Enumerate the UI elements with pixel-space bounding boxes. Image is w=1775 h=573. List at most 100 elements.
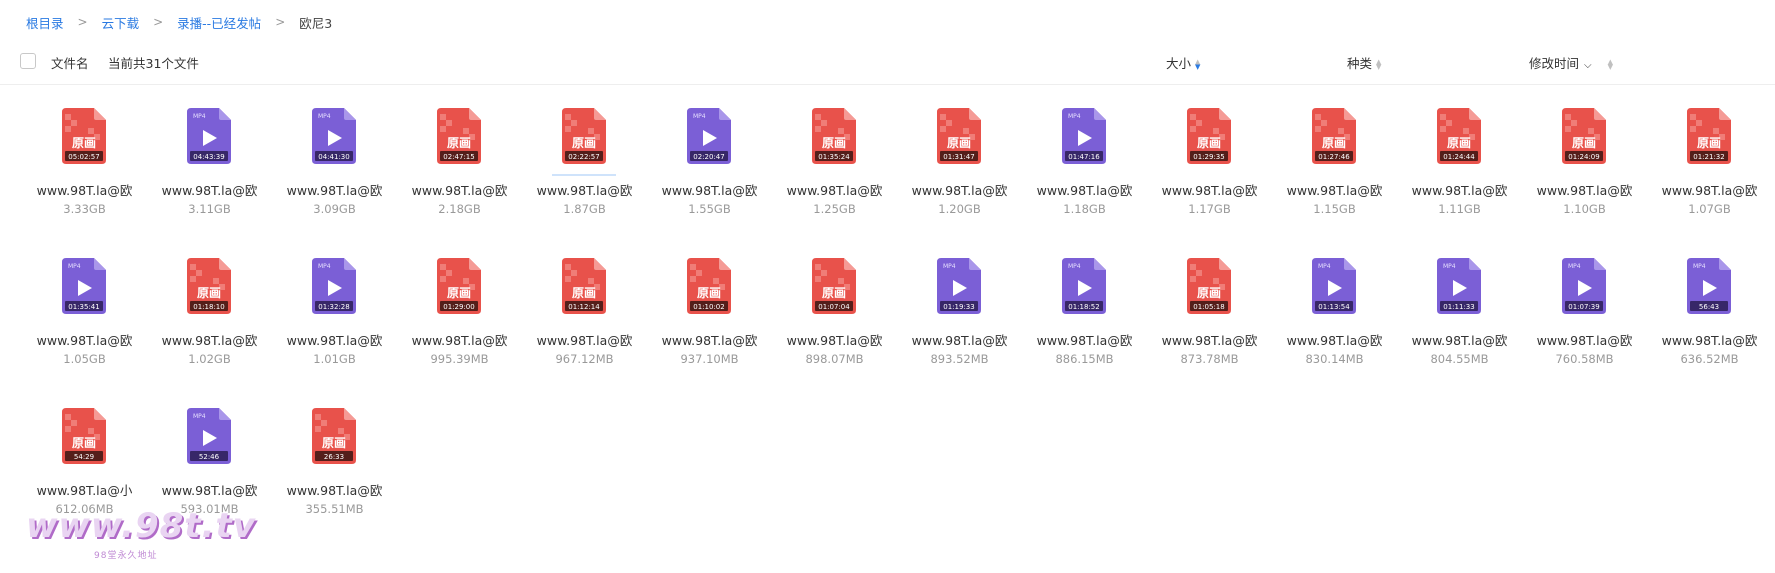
mp4-video-file-icon: MP4 01:18:52: [1060, 258, 1108, 314]
file-size: 1.18GB: [1063, 202, 1106, 216]
column-mtime-header[interactable]: 修改时间 ⌵ ▲ ▼: [1529, 53, 1613, 72]
file-icon-label: 原画: [572, 136, 596, 150]
chevron-down-icon[interactable]: ⌵: [1584, 60, 1592, 71]
file-tile[interactable]: 原画 01:05:18 www.98T.la@欧 873.78MB: [1147, 254, 1272, 404]
mp4-video-file-icon: MP4 52:46: [185, 408, 233, 464]
file-name: www.98T.la@欧: [286, 183, 383, 198]
file-icon-label: MP4: [68, 263, 81, 270]
file-size: 898.07MB: [805, 352, 864, 366]
file-size: 1.11GB: [1438, 202, 1481, 216]
mp4-video-file-icon: MP4 01:19:33: [935, 258, 983, 314]
column-mtime-label: 修改时间: [1529, 56, 1580, 71]
file-icon-label: 原画: [1322, 136, 1346, 150]
original-video-file-icon: 原画 54:29: [60, 408, 108, 464]
file-icon-label: 原画: [1697, 136, 1721, 150]
breadcrumb-root[interactable]: 根目录: [26, 13, 64, 32]
file-tile[interactable]: MP4 56:43 www.98T.la@欧 636.52MB: [1647, 254, 1772, 404]
duration-label: 01:35:24: [818, 153, 850, 161]
duration-label: 01:31:47: [943, 153, 974, 161]
mp4-video-file-icon: MP4 04:41:30: [310, 108, 358, 164]
mp4-video-file-icon: MP4 01:32:28: [310, 258, 358, 314]
file-icon-label: 原画: [1572, 136, 1596, 150]
file-tile[interactable]: 原画 01:24:09 www.98T.la@欧 1.10GB: [1522, 104, 1647, 254]
file-icon-label: 原画: [447, 286, 471, 300]
select-all-checkbox[interactable]: [20, 53, 36, 69]
file-count-text: 当前共31个文件: [108, 56, 199, 71]
file-tile[interactable]: 原画 01:21:32 www.98T.la@欧 1.07GB: [1647, 104, 1772, 254]
file-tile[interactable]: MP4 01:18:52 www.98T.la@欧 886.15MB: [1022, 254, 1147, 404]
breadcrumb-cloud-download[interactable]: 云下载: [102, 13, 140, 32]
file-tile[interactable]: MP4 04:41:30 www.98T.la@欧 3.09GB: [272, 104, 397, 254]
sort-desc-icon: ▲ ▼: [1195, 57, 1201, 71]
file-tile[interactable]: MP4 01:07:39 www.98T.la@欧 760.58MB: [1522, 254, 1647, 404]
file-name: www.98T.la@欧: [786, 183, 883, 198]
breadcrumb-current: 欧尼3: [299, 15, 333, 31]
file-name: www.98T.la@欧: [911, 333, 1008, 348]
file-tile[interactable]: MP4 01:19:33 www.98T.la@欧 893.52MB: [897, 254, 1022, 404]
duration-label: 04:41:30: [318, 153, 349, 161]
file-name: www.98T.la@欧: [661, 333, 758, 348]
file-name: www.98T.la@欧: [161, 183, 258, 198]
file-size: 804.55MB: [1430, 352, 1489, 366]
file-icon-label: MP4: [318, 263, 331, 270]
file-tile[interactable]: 原画 01:24:44 www.98T.la@欧 1.11GB: [1397, 104, 1522, 254]
file-icon-label: MP4: [193, 413, 206, 420]
file-tile[interactable]: 原画 01:10:02 www.98T.la@欧 937.10MB: [647, 254, 772, 404]
duration-label: 01:24:09: [1568, 153, 1599, 161]
column-type-label: 种类: [1347, 56, 1373, 71]
file-tile[interactable]: 原画 01:29:00 www.98T.la@欧 995.39MB: [397, 254, 522, 404]
file-tile[interactable]: 原画 01:31:47 www.98T.la@欧 1.20GB: [897, 104, 1022, 254]
file-tile[interactable]: MP4 01:32:28 www.98T.la@欧 1.01GB: [272, 254, 397, 404]
column-name-header[interactable]: 文件名: [51, 53, 89, 72]
list-header: 文件名 当前共31个文件 大小 ▲ ▼ 种类 ▲ ▼ 修改时间 ⌵ ▲ ▼: [0, 44, 1775, 85]
file-size: 1.01GB: [313, 352, 356, 366]
file-size: 1.07GB: [1688, 202, 1731, 216]
file-size: 3.11GB: [188, 202, 231, 216]
original-video-file-icon: 原画 01:18:10: [185, 258, 233, 314]
column-type-header[interactable]: 种类 ▲ ▼: [1347, 53, 1381, 72]
watermark: www.98t.tv 98堂永久地址: [26, 506, 256, 561]
breadcrumb-recordings[interactable]: 录播--已经发帖: [177, 13, 261, 32]
file-size: 967.12MB: [555, 352, 614, 366]
file-name: www.98T.la@欧: [286, 333, 383, 348]
file-tile[interactable]: 原画 02:22:57 www.98T.la@欧 1.87GB: [522, 104, 647, 254]
mp4-video-file-icon: MP4 01:13:54: [1310, 258, 1358, 314]
duration-label: 01:13:54: [1318, 303, 1350, 311]
duration-label: 01:29:35: [1193, 153, 1224, 161]
file-tile[interactable]: MP4 01:35:41 www.98T.la@欧 1.05GB: [22, 254, 147, 404]
duration-label: 01:29:00: [443, 303, 474, 311]
duration-label: 01:10:02: [693, 303, 724, 311]
file-tile[interactable]: MP4 04:43:39 www.98T.la@欧 3.11GB: [147, 104, 272, 254]
duration-label: 01:18:10: [193, 303, 224, 311]
original-video-file-icon: 原画 01:35:24: [810, 108, 858, 164]
mp4-video-file-icon: MP4 56:43: [1685, 258, 1733, 314]
file-tile[interactable]: 原画 01:07:04 www.98T.la@欧 898.07MB: [772, 254, 897, 404]
file-tile[interactable]: 原画 01:29:35 www.98T.la@欧 1.17GB: [1147, 104, 1272, 254]
original-video-file-icon: 原画 01:10:02: [685, 258, 733, 314]
file-tile[interactable]: MP4 01:13:54 www.98T.la@欧 830.14MB: [1272, 254, 1397, 404]
file-icon-label: MP4: [693, 113, 706, 120]
file-tile[interactable]: 原画 01:35:24 www.98T.la@欧 1.25GB: [772, 104, 897, 254]
file-name: www.98T.la@欧: [1036, 183, 1133, 198]
duration-label: 01:32:28: [318, 303, 349, 311]
file-size: 886.15MB: [1055, 352, 1114, 366]
file-tile[interactable]: 原画 01:12:14 www.98T.la@欧 967.12MB: [522, 254, 647, 404]
file-tile[interactable]: 原画 26:33 www.98T.la@欧 355.51MB: [272, 404, 397, 554]
file-tile[interactable]: 原画 05:02:57 www.98T.la@欧 3.33GB: [22, 104, 147, 254]
file-icon-label: 原画: [1197, 286, 1221, 300]
original-video-file-icon: 原画 01:24:44: [1435, 108, 1483, 164]
file-tile[interactable]: MP4 02:20:47 www.98T.la@欧 1.55GB: [647, 104, 772, 254]
original-video-file-icon: 原画 01:21:32: [1685, 108, 1733, 164]
file-tile[interactable]: 原画 01:27:46 www.98T.la@欧 1.15GB: [1272, 104, 1397, 254]
mp4-video-file-icon: MP4 01:47:16: [1060, 108, 1108, 164]
duration-label: 01:24:44: [1443, 153, 1475, 161]
file-icon-label: MP4: [318, 113, 331, 120]
column-size-header[interactable]: 大小 ▲ ▼: [1166, 53, 1200, 72]
duration-label: 52:46: [199, 453, 220, 461]
file-tile[interactable]: 原画 01:18:10 www.98T.la@欧 1.02GB: [147, 254, 272, 404]
original-video-file-icon: 原画 05:02:57: [60, 108, 108, 164]
original-video-file-icon: 原画 26:33: [310, 408, 358, 464]
file-tile[interactable]: MP4 01:47:16 www.98T.la@欧 1.18GB: [1022, 104, 1147, 254]
file-tile[interactable]: MP4 01:11:33 www.98T.la@欧 804.55MB: [1397, 254, 1522, 404]
file-tile[interactable]: 原画 02:47:15 www.98T.la@欧 2.18GB: [397, 104, 522, 254]
